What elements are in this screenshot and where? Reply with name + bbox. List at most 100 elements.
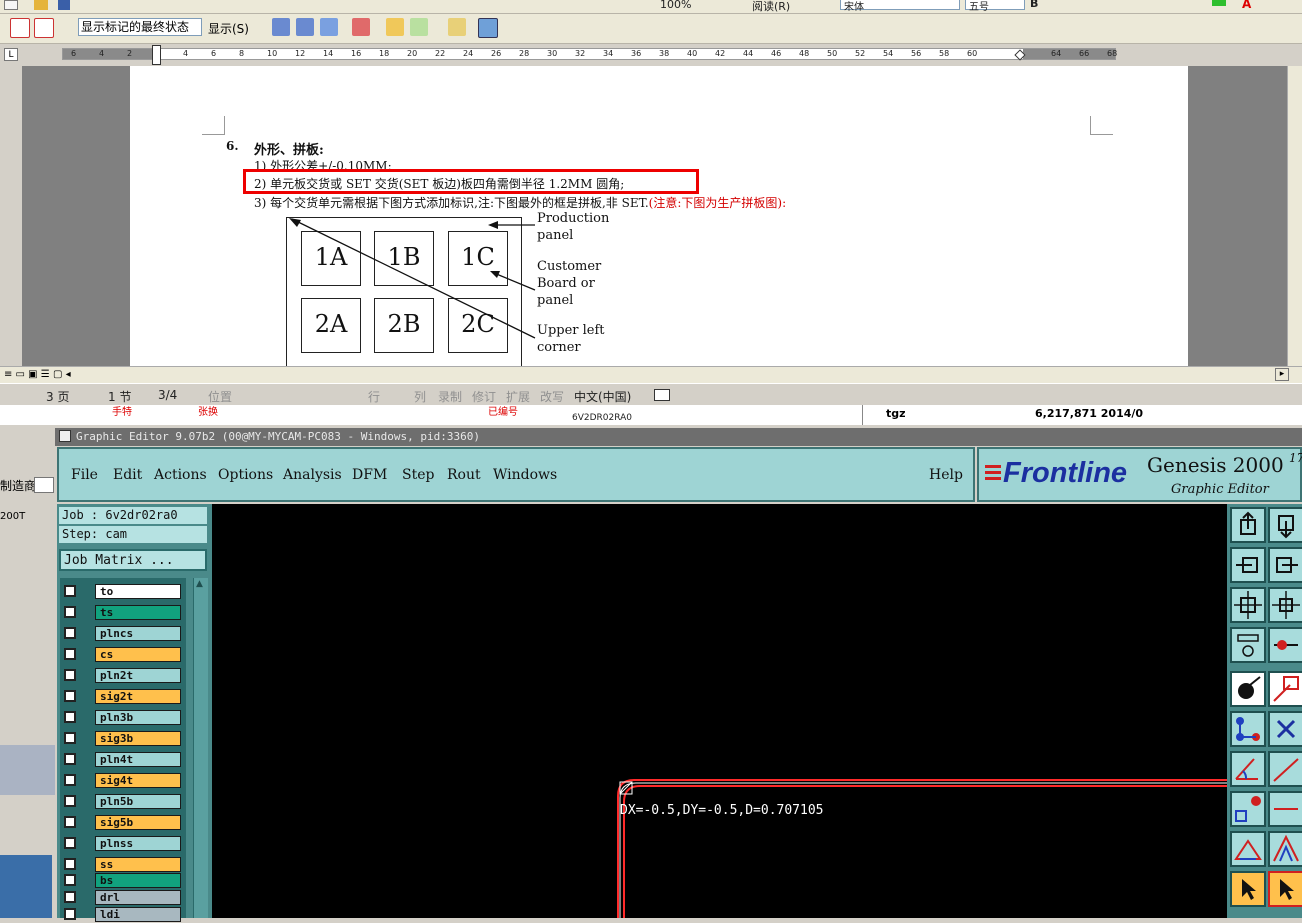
menu-windows[interactable]: Windows: [493, 467, 557, 483]
zoom-fit-button[interactable]: [1230, 587, 1266, 623]
layer-name[interactable]: sig5b: [95, 815, 181, 830]
window-icon[interactable]: [59, 430, 71, 442]
layer-checkbox[interactable]: [64, 690, 76, 702]
layer-name[interactable]: pln2t: [95, 668, 181, 683]
prev-change-icon[interactable]: [272, 18, 290, 36]
layer-name[interactable]: plncs: [95, 626, 181, 641]
layer-row-plnss[interactable]: plnss: [62, 835, 182, 852]
add-surface-button[interactable]: [1268, 671, 1302, 707]
select-area-button[interactable]: [1268, 871, 1302, 907]
layer-name[interactable]: ss: [95, 857, 181, 872]
layer-row-pln5b[interactable]: pln5b: [62, 793, 182, 810]
layer-row-ts[interactable]: ts: [62, 604, 182, 621]
save-icon[interactable]: [58, 0, 70, 10]
layer-checkbox[interactable]: [64, 816, 76, 828]
vertex-button[interactable]: [1268, 831, 1302, 867]
layer-checkbox[interactable]: [64, 837, 76, 849]
layer-row-drl[interactable]: drl: [62, 889, 182, 906]
font-color-icon[interactable]: A: [1242, 0, 1251, 11]
indent-marker[interactable]: [152, 45, 161, 65]
layer-name[interactable]: sig4t: [95, 773, 181, 788]
layer-name[interactable]: pln4t: [95, 752, 181, 767]
reading-button[interactable]: 阅读(R): [752, 0, 790, 14]
dash-button[interactable]: [1268, 791, 1302, 827]
layer-checkbox[interactable]: [64, 585, 76, 597]
layer-checkbox[interactable]: [64, 908, 76, 920]
menu-file[interactable]: File: [71, 467, 98, 483]
font-name-select[interactable]: 宋体: [840, 0, 960, 13]
layer-row-sig2t[interactable]: sig2t: [62, 688, 182, 705]
zoom-in-button[interactable]: [1268, 587, 1302, 623]
layer-checkbox[interactable]: [64, 648, 76, 660]
zoom-select[interactable]: 100%: [660, 0, 691, 11]
layer-name[interactable]: pln5b: [95, 794, 181, 809]
snap-tool-button[interactable]: [1268, 627, 1302, 663]
menu-options[interactable]: Options: [218, 467, 273, 483]
next-change-icon[interactable]: [296, 18, 314, 36]
select-pointer-button[interactable]: [1230, 871, 1266, 907]
home-zoom-button[interactable]: [1230, 507, 1266, 543]
layer-name[interactable]: drl: [95, 890, 181, 905]
spellcheck-icon[interactable]: [654, 389, 670, 401]
track-changes-icon[interactable]: [410, 18, 428, 36]
layer-scrollbar[interactable]: ▲: [193, 578, 208, 918]
layer-checkbox[interactable]: [64, 753, 76, 765]
graphic-canvas[interactable]: [212, 504, 1227, 918]
word-horizontal-scrollbar[interactable]: ≡ ▭ ▣ ☰ ▢ ◂ ▸: [0, 366, 1302, 383]
pdf-icon[interactable]: [10, 18, 30, 38]
measure-tool-button[interactable]: [1230, 627, 1266, 663]
layer-checkbox[interactable]: [64, 874, 76, 886]
layer-checkbox[interactable]: [64, 891, 76, 903]
markup-state-select[interactable]: 显示标记的最终状态: [78, 18, 202, 36]
font-size-select[interactable]: 五号: [965, 0, 1025, 13]
layer-row-ss[interactable]: ss: [62, 856, 182, 873]
layer-row-pln4t[interactable]: pln4t: [62, 751, 182, 768]
word-vertical-scrollbar[interactable]: [1287, 66, 1302, 366]
layer-row-pln2t[interactable]: pln2t: [62, 667, 182, 684]
layer-checkbox[interactable]: [64, 858, 76, 870]
layer-row-cs[interactable]: cs: [62, 646, 182, 663]
layer-checkbox[interactable]: [64, 606, 76, 618]
layer-row-bs[interactable]: bs: [62, 872, 182, 889]
layer-row-plncs[interactable]: plncs: [62, 625, 182, 642]
layer-checkbox[interactable]: [64, 627, 76, 639]
zoom-down-button[interactable]: [1268, 507, 1302, 543]
layer-checkbox[interactable]: [64, 795, 76, 807]
layer-name[interactable]: ldi: [95, 907, 181, 922]
menu-edit[interactable]: Edit: [113, 467, 142, 483]
menu-step[interactable]: Step: [402, 467, 434, 483]
layer-name[interactable]: sig3b: [95, 731, 181, 746]
status-ovr[interactable]: 改写: [540, 388, 564, 405]
highlight-color-icon[interactable]: [1212, 0, 1226, 6]
job-matrix-button[interactable]: Job Matrix ...: [59, 549, 207, 571]
layer-checkbox[interactable]: [64, 774, 76, 786]
layer-row-sig3b[interactable]: sig3b: [62, 730, 182, 747]
new-doc-icon[interactable]: [4, 0, 18, 10]
menu-help[interactable]: Help: [929, 467, 963, 483]
rotate-button[interactable]: [1230, 791, 1266, 827]
layer-name[interactable]: ts: [95, 605, 181, 620]
layer-row-sig5b[interactable]: sig5b: [62, 814, 182, 831]
show-markup-menu[interactable]: 显示(S): [208, 20, 249, 37]
connect-button[interactable]: [1230, 711, 1266, 747]
genesis-title-bar[interactable]: Graphic Editor 9.07b2 (00@MY-MYCAM-PC083…: [55, 428, 1302, 446]
layer-name[interactable]: to: [95, 584, 181, 599]
pan-right-button[interactable]: [1268, 547, 1302, 583]
accept-change-icon[interactable]: [320, 18, 338, 36]
layer-row-to[interactable]: to: [62, 583, 182, 600]
ruler-strip[interactable]: 6422468101214161820222426283032343638404…: [62, 45, 1117, 65]
cross-button[interactable]: [1268, 711, 1302, 747]
layer-checkbox[interactable]: [64, 732, 76, 744]
bold-button[interactable]: B: [1030, 0, 1038, 10]
pan-left-button[interactable]: [1230, 547, 1266, 583]
new-comment-icon[interactable]: [386, 18, 404, 36]
layer-name[interactable]: bs: [95, 873, 181, 888]
pdf-options-icon[interactable]: [34, 18, 54, 38]
view-buttons[interactable]: ≡ ▭ ▣ ☰ ▢ ◂: [4, 369, 71, 380]
menu-dfm[interactable]: DFM: [352, 467, 387, 483]
reviewing-pane-icon[interactable]: [448, 18, 466, 36]
add-pad-button[interactable]: [1230, 671, 1266, 707]
reject-change-icon[interactable]: [352, 18, 370, 36]
tab-selector[interactable]: L: [4, 48, 18, 61]
layer-name[interactable]: sig2t: [95, 689, 181, 704]
